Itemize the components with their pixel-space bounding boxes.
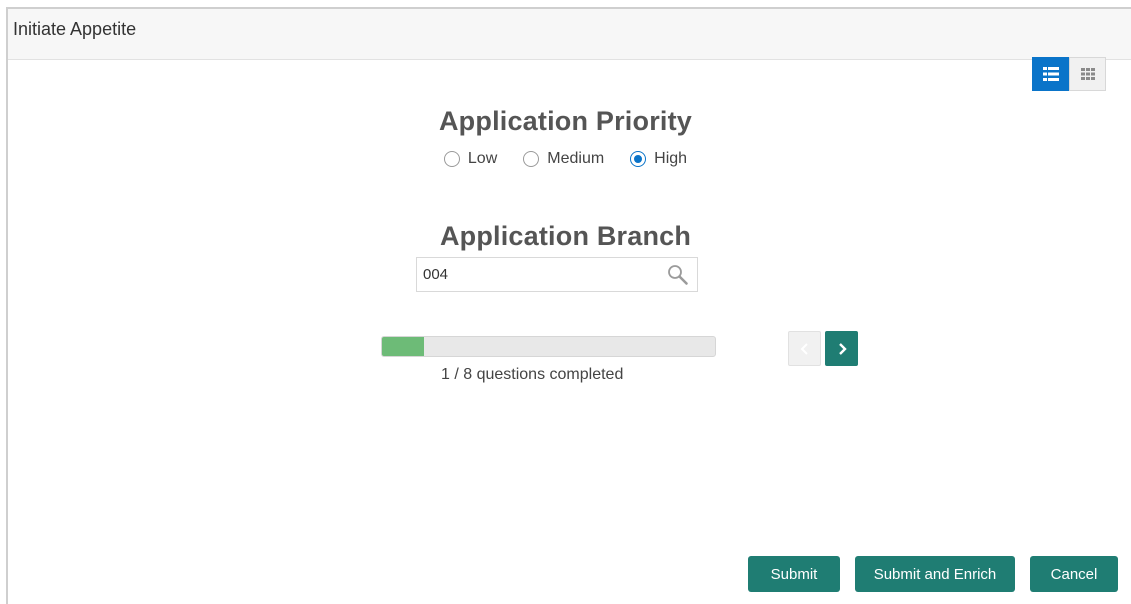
- page-header: Initiate Appetite: [8, 9, 1131, 60]
- page-title: Initiate Appetite: [13, 19, 137, 39]
- grid-view-icon: [1080, 68, 1095, 80]
- submit-button[interactable]: Submit: [748, 556, 840, 592]
- app-window: Initiate Appetite: [6, 7, 1131, 604]
- next-button[interactable]: [825, 331, 858, 366]
- radio-high[interactable]: [630, 151, 647, 167]
- progress-fill: [382, 337, 424, 356]
- radio-label-low: Low: [467, 150, 498, 167]
- branch-input[interactable]: [417, 258, 669, 291]
- priority-option-low[interactable]: Low: [443, 150, 498, 168]
- priority-radio-group: Low Medium High: [0, 150, 1131, 168]
- list-view-button[interactable]: [1032, 57, 1069, 91]
- view-toggle: [1032, 57, 1106, 91]
- previous-button[interactable]: [788, 331, 821, 366]
- progress-bar: [381, 336, 716, 357]
- priority-option-medium[interactable]: Medium: [523, 150, 604, 168]
- chevron-right-icon: [838, 342, 847, 355]
- submit-and-enrich-button[interactable]: Submit and Enrich: [855, 556, 1015, 592]
- list-view-icon: [1042, 67, 1059, 81]
- priority-option-high[interactable]: High: [630, 150, 687, 168]
- progress-text: 1 / 8 questions completed: [441, 366, 624, 383]
- priority-title: Application Priority: [438, 106, 693, 136]
- radio-medium[interactable]: [523, 151, 540, 167]
- grid-view-button[interactable]: [1069, 57, 1106, 91]
- search-icon[interactable]: [667, 264, 689, 286]
- cancel-button[interactable]: Cancel: [1030, 556, 1118, 592]
- radio-low[interactable]: [443, 151, 460, 167]
- radio-label-high: High: [654, 150, 688, 167]
- chevron-left-icon: [800, 342, 808, 355]
- radio-label-medium: Medium: [547, 150, 605, 167]
- branch-title: Application Branch: [439, 221, 692, 251]
- branch-search: [416, 257, 698, 292]
